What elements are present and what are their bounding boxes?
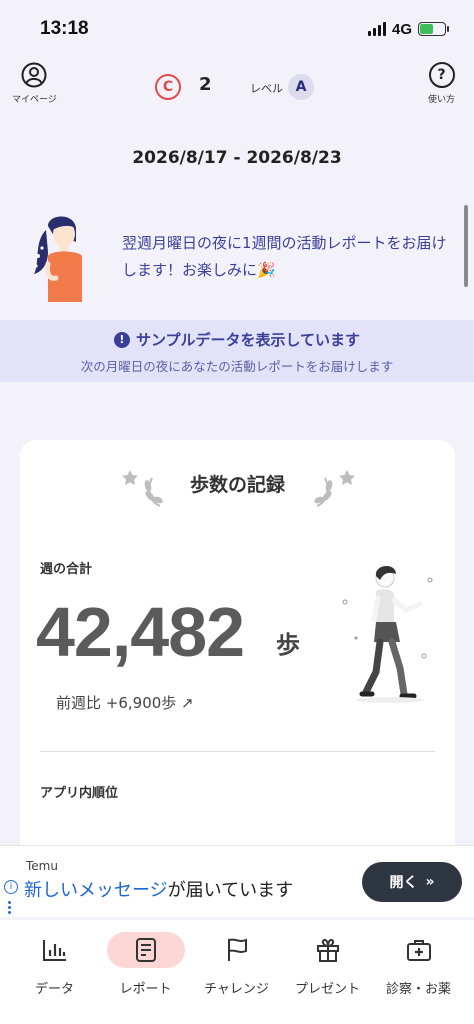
sample-data-banner: ! サンプルデータを表示しています 次の月曜日の夜にあなたの活動レポートをお届け… — [0, 320, 474, 382]
help-icon: ? — [428, 62, 455, 88]
walking-person-icon — [342, 565, 433, 703]
user-icon — [21, 62, 47, 88]
help-label: 使い方 — [428, 95, 456, 105]
ad-brand: Temu — [26, 859, 58, 873]
tab-data[interactable]: データ — [7, 932, 102, 997]
app-header: マイページ C 2 レベル A ? 使い方 — [0, 62, 474, 112]
report-icon — [106, 932, 185, 968]
girl-illustration-icon — [34, 216, 82, 302]
week-total-label: 週の合計 — [40, 562, 93, 577]
status-bar: 13:18 4G — [0, 0, 474, 58]
ad-options-icon[interactable] — [8, 901, 12, 915]
tab-challenge-label: チャレンジ — [204, 982, 269, 997]
ad-banner[interactable]: Temu i 新しいメッセージが届いています 開く » — [0, 845, 474, 917]
level-label: レベル — [250, 82, 283, 95]
tab-report-label: レポート — [119, 982, 172, 997]
help-button[interactable]: ? 使い方 — [428, 62, 455, 105]
card-divider — [40, 751, 435, 752]
report-notice: 翌週月曜日の夜に1週間の活動レポートをお届けします！お楽しみに🎉 — [30, 208, 450, 308]
tab-report[interactable]: レポート — [98, 932, 193, 997]
mypage-button[interactable]: マイページ — [12, 62, 57, 105]
gift-icon — [289, 932, 367, 968]
tab-present-label: プレゼント — [294, 982, 360, 997]
double-chevron-icon: » — [425, 874, 435, 890]
rank-label: アプリ内順位 — [40, 786, 119, 801]
sample-banner-subtitle: 次の月曜日の夜にあなたの活動レポートをお届けします — [80, 359, 394, 374]
date-range: 2026/8/17 - 2026/8/23 — [132, 148, 342, 168]
ad-open-label: 開く — [389, 875, 418, 891]
tab-challenge[interactable]: チャレンジ — [189, 932, 284, 997]
steps-card: 歩数の記録 週の合計 42,482 歩 前週比 +6,900歩 ↗ アプリ内順位 — [20, 440, 455, 860]
week-compare: 前週比 +6,900歩 ↗ — [56, 694, 194, 712]
flag-icon — [198, 932, 276, 968]
bottom-tab-bar: データ レポート チャレンジ プレゼント 診察・お薬 — [0, 920, 474, 1024]
ad-message-highlight: 新しいメッセージ — [24, 880, 168, 901]
steps-unit: 歩 — [276, 631, 300, 659]
alert-icon: ! — [113, 331, 130, 348]
battery-icon — [418, 22, 449, 36]
notice-text: 翌週月曜日の夜に1週間の活動レポートをお届けします！お楽しみに🎉 — [122, 234, 447, 279]
sample-banner-title: サンプルデータを表示しています — [135, 331, 361, 349]
steps-card-title: 歩数の記録 — [189, 474, 285, 496]
status-indicators: 4G — [367, 20, 449, 38]
status-time: 13:18 — [40, 18, 89, 39]
bar-chart-icon — [16, 932, 94, 968]
ad-open-button[interactable]: 開く » — [362, 862, 462, 902]
tab-medical[interactable]: 診察・お薬 — [371, 932, 466, 997]
laurel-right-icon — [314, 470, 355, 507]
coin-icon: C — [155, 74, 181, 100]
coin-count: 2 — [199, 74, 212, 95]
tab-data-label: データ — [34, 982, 74, 997]
level-badge[interactable]: A — [288, 74, 314, 100]
ad-info-icon[interactable]: i — [4, 880, 18, 894]
tab-present[interactable]: プレゼント — [280, 932, 375, 997]
sample-banner-title-row: ! サンプルデータを表示しています — [113, 329, 361, 350]
mypage-label: マイページ — [12, 95, 57, 105]
network-type: 4G — [391, 20, 412, 38]
week-total-value: 42,482 — [36, 593, 245, 671]
signal-icon — [367, 22, 386, 36]
tab-medical-label: 診察・お薬 — [385, 982, 451, 997]
ad-message: 新しいメッセージが届いています — [24, 876, 293, 902]
medical-kit-icon — [380, 932, 458, 968]
ad-message-rest: が届いています — [167, 880, 294, 901]
scrollbar[interactable] — [464, 205, 468, 287]
